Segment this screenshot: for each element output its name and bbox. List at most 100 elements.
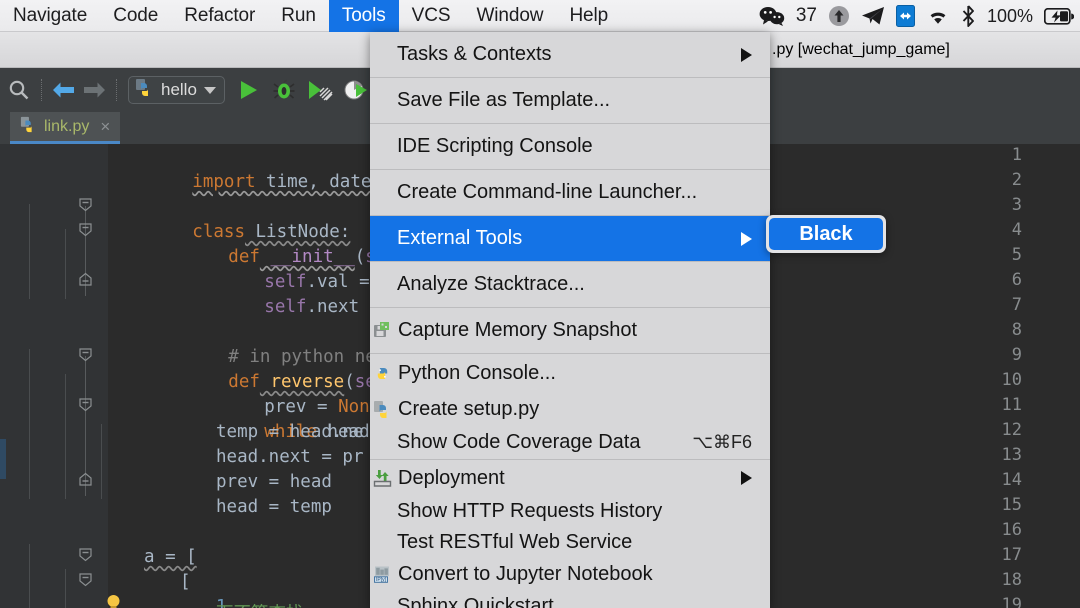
circle-arrow-up-icon[interactable] xyxy=(828,5,850,27)
code-token: head.next = pr xyxy=(216,447,364,467)
screen: Navigate Code Refactor Run Tools VCS Win… xyxy=(0,0,1080,608)
debug-bug-icon[interactable] xyxy=(269,75,299,105)
fold-toggle-icon[interactable] xyxy=(78,547,94,563)
code-token: self xyxy=(264,297,307,317)
python-console-icon xyxy=(371,364,393,383)
fold-end-icon[interactable] xyxy=(78,472,94,488)
menu-item-convert-to-jupyter-notebook[interactable]: IP[y] Convert to Jupyter Notebook xyxy=(370,558,770,591)
menu-item-deployment[interactable]: Deployment xyxy=(370,460,770,496)
ide-title-bar-right: .py [wechat_jump_game] xyxy=(770,32,1080,68)
toolbar-separator-2 xyxy=(116,79,117,101)
indent-guide xyxy=(65,229,66,299)
deployment-icon xyxy=(371,469,393,488)
indent-guide xyxy=(29,544,30,608)
svg-text:IP[y]: IP[y] xyxy=(375,577,386,583)
search-icon[interactable] xyxy=(4,75,34,105)
code-token: temp = head.ne xyxy=(216,422,364,442)
menu-item-capture-memory-snapshot[interactable]: Capture Memory Snapshot xyxy=(370,308,770,353)
menu-item-test-restful-web-service[interactable]: Test RESTful Web Service xyxy=(370,527,770,558)
editor-gutter[interactable] xyxy=(6,144,108,608)
menubar-item-window[interactable]: Window xyxy=(463,0,556,32)
system-tray: 37 100% xyxy=(759,0,1074,32)
profile-icon[interactable] xyxy=(341,75,371,105)
indent-guide xyxy=(101,424,102,499)
menu-item-save-file-as-template[interactable]: Save File as Template... xyxy=(370,78,770,123)
menu-item-show-http-requests-history[interactable]: Show HTTP Requests History xyxy=(370,496,770,527)
menu-item-tasks-contexts[interactable]: Tasks & Contexts xyxy=(370,32,770,77)
run-icon[interactable] xyxy=(233,75,263,105)
menu-item-create-commandline-launcher[interactable]: Create Command-line Launcher... xyxy=(370,170,770,215)
battery-percent-label: 100% xyxy=(986,5,1033,26)
menu-item-label: Tasks & Contexts xyxy=(397,43,552,65)
menu-item-sphinx-quickstart[interactable]: Sphinx Quickstart xyxy=(370,591,770,608)
chevron-down-icon[interactable] xyxy=(203,86,216,94)
menu-item-label: Convert to Jupyter Notebook xyxy=(398,563,653,585)
menu-item-ide-scripting-console[interactable]: IDE Scripting Console xyxy=(370,124,770,169)
menu-item-label: External Tools xyxy=(397,227,523,249)
wechat-unread-count: 37 xyxy=(795,5,817,26)
menu-item-label: Create setup.py xyxy=(398,397,540,420)
menu-item-label: Save File as Template... xyxy=(397,89,611,111)
menu-item-label: Test RESTful Web Service xyxy=(397,531,633,553)
bluetooth-icon[interactable] xyxy=(961,5,976,27)
code-token: prev = head xyxy=(216,472,332,492)
menubar-item-tools[interactable]: Tools xyxy=(328,0,399,32)
tools-dropdown-menu[interactable]: Tasks & Contexts Save File as Template..… xyxy=(370,32,770,608)
python-file-icon xyxy=(135,78,154,102)
window-title-right: .py [wechat_jump_game] xyxy=(772,40,950,58)
menu-item-label: Deployment xyxy=(398,466,505,489)
wifi-icon[interactable] xyxy=(926,7,950,26)
fold-toggle-icon[interactable] xyxy=(78,572,94,588)
external-tools-submenu[interactable]: Black xyxy=(766,215,886,253)
jupyter-icon: IP[y] xyxy=(371,565,393,584)
setup-py-icon xyxy=(371,400,393,419)
submenu-item-black[interactable]: Black xyxy=(769,218,883,250)
menu-item-show-code-coverage-data[interactable]: Show Code Coverage Data ⌥⌘F6 xyxy=(370,426,770,459)
submenu-arrow-icon xyxy=(741,231,752,246)
menubar-item-navigate[interactable]: Navigate xyxy=(0,0,100,32)
menu-item-label: Analyze Stacktrace... xyxy=(397,273,585,295)
intention-bulb-icon[interactable] xyxy=(104,593,122,608)
fold-toggle-icon[interactable] xyxy=(78,397,94,413)
wechat-icon[interactable] xyxy=(759,6,785,26)
battery-charging-icon[interactable] xyxy=(1044,7,1074,25)
run-configuration-selector[interactable]: hello xyxy=(128,76,225,104)
menu-item-label: Sphinx Quickstart xyxy=(397,595,554,608)
teamviewer-icon[interactable] xyxy=(895,5,915,27)
run-with-coverage-icon[interactable] xyxy=(305,75,335,105)
code-token: head = temp xyxy=(216,497,332,517)
fold-toggle-icon[interactable] xyxy=(78,222,94,238)
python-file-icon xyxy=(20,116,37,138)
menubar-item-vcs[interactable]: VCS xyxy=(399,0,464,32)
tab-label: link.py xyxy=(44,117,90,135)
close-icon[interactable]: × xyxy=(100,117,110,137)
toolbar-separator-1 xyxy=(41,79,42,101)
fold-end-icon[interactable] xyxy=(78,272,94,288)
menu-item-label: Show Code Coverage Data xyxy=(397,431,641,453)
menubar-item-help[interactable]: Help xyxy=(556,0,621,32)
macos-menu-bar: Navigate Code Refactor Run Tools VCS Win… xyxy=(0,0,1080,32)
submenu-arrow-icon xyxy=(741,471,752,485)
menu-item-label: Show HTTP Requests History xyxy=(397,500,663,522)
back-arrow-icon[interactable] xyxy=(49,75,79,105)
telegram-icon[interactable] xyxy=(861,6,885,26)
menu-item-label: IDE Scripting Console xyxy=(397,135,593,157)
code-token: [ xyxy=(180,572,191,592)
code-token: a = [ xyxy=(144,547,197,567)
menu-item-analyze-stacktrace[interactable]: Analyze Stacktrace... xyxy=(370,262,770,307)
menubar-item-refactor[interactable]: Refactor xyxy=(171,0,268,32)
fold-toggle-icon[interactable] xyxy=(78,347,94,363)
forward-arrow-icon[interactable] xyxy=(79,75,109,105)
menubar-item-run[interactable]: Run xyxy=(268,0,329,32)
menu-item-python-console[interactable]: Python Console... xyxy=(370,354,770,392)
menu-item-external-tools[interactable]: External Tools xyxy=(370,216,770,261)
indent-guide xyxy=(65,569,66,608)
editor-scrollbar[interactable] xyxy=(1066,144,1080,608)
menu-item-label: Create Command-line Launcher... xyxy=(397,181,698,203)
fold-toggle-icon[interactable] xyxy=(78,197,94,213)
memory-snapshot-icon xyxy=(371,321,393,340)
tab-link-py[interactable]: link.py × xyxy=(10,112,121,144)
indent-guide xyxy=(29,204,30,299)
menu-item-create-setup-py[interactable]: Create setup.py xyxy=(370,392,770,426)
menubar-item-code[interactable]: Code xyxy=(100,0,171,32)
